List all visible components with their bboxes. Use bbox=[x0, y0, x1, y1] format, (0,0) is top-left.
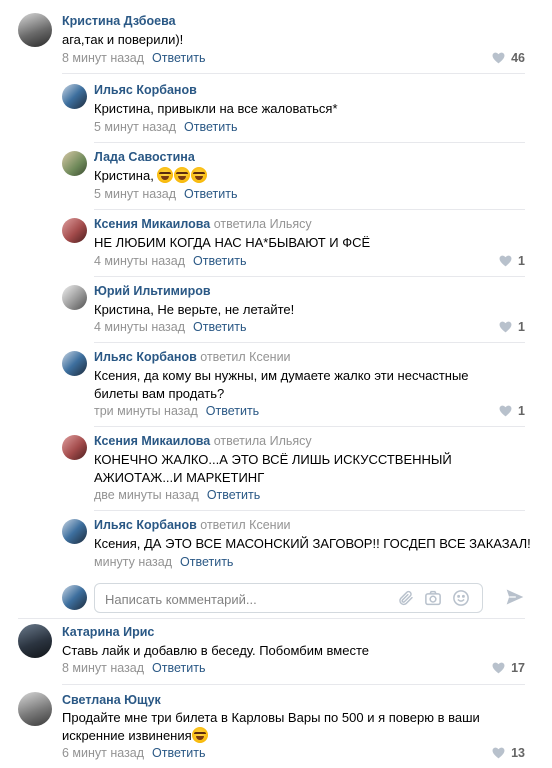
current-user-avatar[interactable] bbox=[62, 585, 87, 610]
comment-meta: 5 минут назад Ответить bbox=[94, 187, 237, 201]
divider bbox=[18, 618, 525, 619]
comment-meta: минуту назад Ответить bbox=[94, 555, 233, 569]
comment-time[interactable]: 4 минуты назад bbox=[94, 320, 185, 334]
like-button[interactable]: 1 bbox=[499, 254, 525, 268]
comment-time[interactable]: 5 минут назад bbox=[94, 187, 176, 201]
comment-author[interactable]: Ильяс Корбанов bbox=[94, 83, 197, 97]
heart-icon bbox=[499, 405, 512, 417]
avatar[interactable] bbox=[18, 624, 52, 658]
heart-icon bbox=[499, 321, 512, 333]
laughing-emoji-icon bbox=[191, 727, 208, 743]
avatar[interactable] bbox=[62, 519, 87, 544]
comment-time[interactable]: 8 минут назад bbox=[62, 51, 144, 65]
avatar[interactable] bbox=[62, 84, 87, 109]
reply-link[interactable]: Ответить bbox=[152, 746, 205, 760]
comment-text: Кристина, bbox=[94, 167, 208, 185]
comment-time[interactable]: 6 минут назад bbox=[62, 746, 144, 760]
comment-author[interactable]: Лада Савостина bbox=[94, 150, 195, 164]
avatar[interactable] bbox=[62, 435, 87, 460]
divider bbox=[94, 142, 525, 143]
comment-meta: 5 минут назад Ответить bbox=[94, 120, 237, 134]
comment-meta: три минуты назад Ответить bbox=[94, 404, 259, 418]
reply-link[interactable]: Ответить bbox=[206, 404, 259, 418]
comment-author[interactable]: Ксения Микаилова ответила Ильясу bbox=[94, 434, 312, 448]
comment-author[interactable]: Ксения Микаилова ответила Ильясу bbox=[94, 217, 312, 231]
comment-meta: 6 минут назад Ответить bbox=[62, 746, 205, 760]
heart-icon bbox=[492, 52, 505, 64]
avatar[interactable] bbox=[62, 151, 87, 176]
divider bbox=[94, 510, 525, 511]
comment-text: НЕ ЛЮБИМ КОГДА НАС НА*БЫВАЮТ И ФСЁ bbox=[94, 235, 371, 250]
comment-text: Ксения, ДА ЭТО ВСЕ МАСОНСКИЙ ЗАГОВОР!! Г… bbox=[94, 536, 531, 551]
comment-text: ага,так и поверили)! bbox=[62, 32, 184, 47]
smile-icon[interactable] bbox=[452, 589, 470, 607]
comment-text: КОНЕЧНО ЖАЛКО...А ЭТО ВСЁ ЛИШЬ ИСКУССТВЕ… bbox=[94, 452, 452, 485]
paperclip-icon[interactable] bbox=[397, 589, 415, 607]
comment-author[interactable]: Катарина Ирис bbox=[62, 625, 154, 639]
comment-author[interactable]: Ильяс Корбанов ответил Ксении bbox=[94, 350, 291, 364]
like-count: 1 bbox=[518, 254, 525, 268]
like-count: 1 bbox=[518, 404, 525, 418]
comment-composer bbox=[94, 583, 483, 613]
send-icon[interactable] bbox=[505, 587, 525, 607]
avatar[interactable] bbox=[18, 13, 52, 47]
avatar[interactable] bbox=[62, 285, 87, 310]
comment-meta: две минуты назад Ответить bbox=[94, 488, 260, 502]
laughing-emoji-icon bbox=[157, 167, 174, 183]
heart-icon bbox=[492, 747, 505, 759]
comment-time[interactable]: 5 минут назад bbox=[94, 120, 176, 134]
reply-link[interactable]: Ответить bbox=[152, 661, 205, 675]
like-count: 46 bbox=[511, 51, 525, 65]
reply-link[interactable]: Ответить bbox=[193, 320, 246, 334]
avatar[interactable] bbox=[18, 692, 52, 726]
reply-link[interactable]: Ответить bbox=[184, 187, 237, 201]
comment-text: Кристина, Не верьте, не летайте! bbox=[94, 302, 295, 317]
avatar[interactable] bbox=[62, 218, 87, 243]
like-button[interactable]: 17 bbox=[492, 661, 525, 675]
divider bbox=[62, 73, 525, 74]
reply-link[interactable]: Ответить bbox=[207, 488, 260, 502]
like-button[interactable]: 13 bbox=[492, 746, 525, 760]
comment-text: Ксения, да кому вы нужны, им думаете жал… bbox=[94, 368, 469, 401]
comments-feed: Кристина Дзбоева ага,так и поверили)! 8 … bbox=[0, 0, 552, 768]
avatar[interactable] bbox=[62, 351, 87, 376]
comment-meta: 8 минут назад Ответить bbox=[62, 51, 205, 65]
divider bbox=[94, 426, 525, 427]
divider bbox=[94, 209, 525, 210]
comment-text: Продайте мне три билета в Карловы Вары п… bbox=[62, 710, 480, 743]
reply-link[interactable]: Ответить bbox=[180, 555, 233, 569]
comment-author[interactable]: Ильяс Корбанов ответил Ксении bbox=[94, 518, 291, 532]
divider bbox=[62, 684, 525, 685]
comment-author[interactable]: Юрий Ильтимиров bbox=[94, 284, 211, 298]
comment-time[interactable]: минуту назад bbox=[94, 555, 172, 569]
like-count: 1 bbox=[518, 320, 525, 334]
reply-link[interactable]: Ответить bbox=[184, 120, 237, 134]
like-button[interactable]: 1 bbox=[499, 404, 525, 418]
comment-meta: 4 минуты назад Ответить bbox=[94, 320, 246, 334]
like-count: 13 bbox=[511, 746, 525, 760]
comment-text: Ставь лайк и добавлю в беседу. Побомбим … bbox=[62, 643, 369, 658]
comment-meta: 8 минут назад Ответить bbox=[62, 661, 205, 675]
reply-link[interactable]: Ответить bbox=[152, 51, 205, 65]
comment-text: Кристина, привыкли на все жаловаться* bbox=[94, 101, 338, 116]
heart-icon bbox=[492, 662, 505, 674]
laughing-emoji-icon bbox=[174, 167, 191, 183]
like-button[interactable]: 1 bbox=[499, 320, 525, 334]
like-count: 17 bbox=[511, 661, 525, 675]
comment-author[interactable]: Светлана Ющук bbox=[62, 693, 161, 707]
comment-meta: 4 минуты назад Ответить bbox=[94, 254, 246, 268]
reply-link[interactable]: Ответить bbox=[193, 254, 246, 268]
camera-icon[interactable] bbox=[424, 589, 442, 607]
divider bbox=[94, 276, 525, 277]
comment-author[interactable]: Кристина Дзбоева bbox=[62, 14, 176, 28]
comment-time[interactable]: три минуты назад bbox=[94, 404, 198, 418]
heart-icon bbox=[499, 255, 512, 267]
comment-input[interactable] bbox=[103, 588, 387, 610]
like-button[interactable]: 46 bbox=[492, 51, 525, 65]
comment-time[interactable]: две минуты назад bbox=[94, 488, 199, 502]
comment-time[interactable]: 8 минут назад bbox=[62, 661, 144, 675]
divider bbox=[94, 342, 525, 343]
comment-time[interactable]: 4 минуты назад bbox=[94, 254, 185, 268]
laughing-emoji-icon bbox=[191, 167, 208, 183]
